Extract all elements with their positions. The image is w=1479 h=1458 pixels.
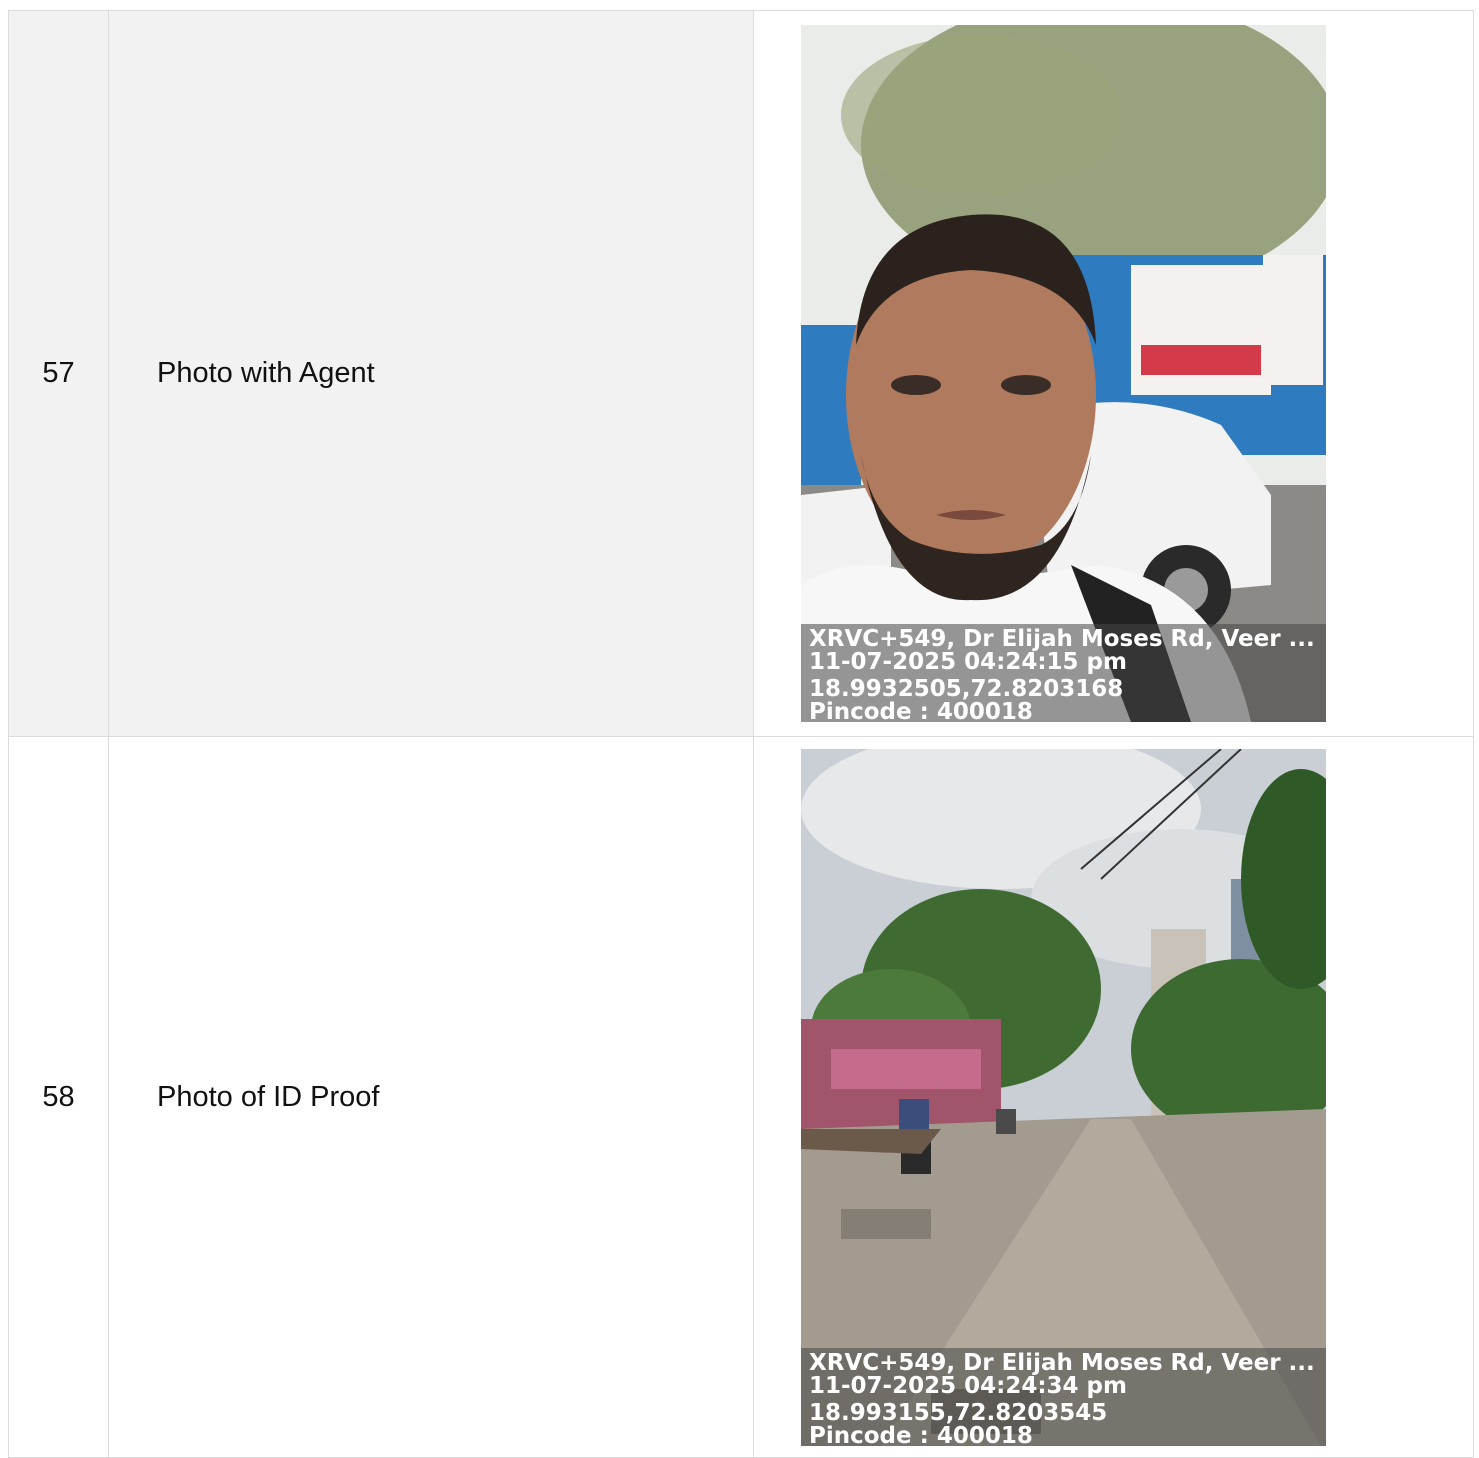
stamp-address: XRVC+549, Dr Elijah Moses Rd, Veer ... [809,628,1315,651]
row-label: Photo with Agent [109,11,754,736]
table-row: 58 Photo of ID Proof XRVC+549, Dr Elijah… [9,737,1474,1458]
photo-cell: XRVC+549, Dr Elijah Moses Rd, Veer ... 1… [754,737,1474,1457]
photo-cell: XRVC+549, Dr Elijah Moses Rd, Veer ... 1… [754,11,1474,736]
stamp-datetime: 11-07-2025 04:24:15 pm [809,651,1127,674]
stamp-datetime: 11-07-2025 04:24:34 pm [809,1374,1127,1398]
row-number: 57 [9,11,109,736]
row-number: 58 [9,737,109,1457]
stamp-address: XRVC+549, Dr Elijah Moses Rd, Veer ... [809,1351,1315,1375]
geo-stamp: XRVC+549, Dr Elijah Moses Rd, Veer ... 1… [801,624,1326,722]
geo-stamp: XRVC+549, Dr Elijah Moses Rd, Veer ... 1… [801,1347,1326,1446]
stamp-coordinates: 18.9932505,72.8203168 [809,678,1124,701]
selfie-scene [801,25,1326,722]
table-row: 57 Photo with Agent XRVC+549, Dr Elijah … [9,11,1474,737]
row-label: Photo of ID Proof [109,737,754,1457]
street-scene [801,748,1326,1446]
stamp-pincode: Pincode : 400018 [809,1424,1033,1446]
agent-selfie-photo: XRVC+549, Dr Elijah Moses Rd, Veer ... 1… [801,25,1326,722]
document-table: 57 Photo with Agent XRVC+549, Dr Elijah … [8,10,1474,1458]
stamp-coordinates: 18.993155,72.8203545 [809,1401,1108,1425]
stamp-pincode: Pincode : 400018 [809,701,1033,722]
id-proof-photo: XRVC+549, Dr Elijah Moses Rd, Veer ... 1… [801,748,1326,1446]
